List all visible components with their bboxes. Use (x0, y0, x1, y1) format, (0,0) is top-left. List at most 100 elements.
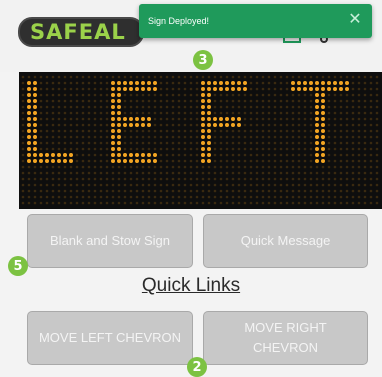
led-dot-off (33, 195, 37, 199)
led-dot-off (63, 111, 67, 115)
led-dot-off (51, 81, 55, 85)
led-dot-off (39, 99, 43, 103)
led-dot-off (339, 201, 343, 205)
led-dot-off (327, 177, 331, 181)
blank-and-stow-sign-button[interactable]: Blank and Stow Sign (27, 214, 193, 268)
led-dot-off (327, 105, 331, 109)
led-dot-off (183, 99, 187, 103)
led-dot-on (303, 87, 307, 91)
led-dot-off (231, 165, 235, 169)
led-dot-off (369, 81, 373, 85)
led-dot-off (255, 177, 259, 181)
led-dot-off (135, 135, 139, 139)
led-dot-off (303, 135, 307, 139)
led-dot-off (369, 147, 373, 151)
led-dot-off (243, 153, 247, 157)
led-dot-off (351, 153, 355, 157)
led-dot-off (291, 135, 295, 139)
led-dot-off (231, 111, 235, 115)
led-dot-on (237, 123, 241, 127)
led-dot-off (183, 147, 187, 151)
led-dot-off (363, 87, 367, 91)
led-dot-off (279, 105, 283, 109)
led-dot-off (105, 141, 109, 145)
led-dot-off (129, 111, 133, 115)
led-dot-off (357, 147, 361, 151)
led-dot-off (333, 75, 337, 79)
led-dot-off (249, 129, 253, 133)
led-dot-off (51, 201, 55, 205)
led-dot-off (171, 111, 175, 115)
led-dot-off (39, 93, 43, 97)
move-right-chevron-button[interactable]: MOVE RIGHT CHEVRON (203, 311, 368, 365)
led-dot-off (213, 99, 217, 103)
led-dot-on (117, 93, 121, 97)
led-dot-off (207, 165, 211, 169)
led-dot-off (135, 75, 139, 79)
led-dot-off (51, 129, 55, 133)
led-dot-off (177, 147, 181, 151)
led-dot-off (159, 183, 163, 187)
led-dot-off (45, 165, 49, 169)
led-dot-off (327, 183, 331, 187)
led-dot-off (279, 129, 283, 133)
led-dot-off (159, 195, 163, 199)
move-left-chevron-button[interactable]: MOVE LEFT CHEVRON (27, 311, 193, 365)
led-dot-on (135, 117, 139, 121)
led-dot-off (165, 135, 169, 139)
led-dot-off (159, 81, 163, 85)
led-dot-on (117, 159, 121, 163)
led-dot-off (129, 189, 133, 193)
led-dot-off (105, 147, 109, 151)
led-dot-on (69, 153, 73, 157)
led-dot-off (249, 135, 253, 139)
led-dot-off (165, 189, 169, 193)
led-dot-off (219, 165, 223, 169)
led-dot-on (201, 135, 205, 139)
led-dot-off (333, 129, 337, 133)
led-dot-on (117, 153, 121, 157)
led-dot-off (219, 111, 223, 115)
led-dot-off (219, 135, 223, 139)
led-dot-off (261, 177, 265, 181)
led-dot-on (33, 141, 37, 145)
led-dot-off (129, 195, 133, 199)
led-dot-off (321, 165, 325, 169)
led-dot-off (309, 195, 313, 199)
led-dot-off (147, 171, 151, 175)
led-dot-off (243, 171, 247, 175)
led-dot-off (351, 129, 355, 133)
led-dot-off (123, 129, 127, 133)
led-dot-off (339, 165, 343, 169)
led-dot-off (135, 165, 139, 169)
led-dot-off (243, 189, 247, 193)
led-dot-off (171, 129, 175, 133)
led-dot-off (153, 111, 157, 115)
led-dot-off (141, 75, 145, 79)
led-dot-off (135, 147, 139, 151)
led-dot-off (105, 75, 109, 79)
led-dot-off (87, 201, 91, 205)
led-dot-off (255, 135, 259, 139)
led-dot-off (45, 129, 49, 133)
led-dot-off (123, 195, 127, 199)
led-dot-off (45, 123, 49, 127)
led-dot-on (39, 153, 43, 157)
led-dot-off (39, 147, 43, 151)
led-dot-on (57, 153, 61, 157)
led-dot-off (351, 87, 355, 91)
led-dot-off (57, 93, 61, 97)
led-dot-off (177, 153, 181, 157)
led-dot-off (321, 171, 325, 175)
led-dot-off (243, 105, 247, 109)
led-dot-off (225, 177, 229, 181)
led-dot-off (351, 183, 355, 187)
led-dot-on (207, 159, 211, 163)
led-dot-off (339, 93, 343, 97)
close-icon[interactable]: ✕ (347, 12, 363, 28)
led-dot-off (171, 93, 175, 97)
led-dot-off (27, 75, 31, 79)
led-dot-off (207, 75, 211, 79)
quick-message-button[interactable]: Quick Message (203, 214, 368, 268)
led-dot-off (87, 99, 91, 103)
